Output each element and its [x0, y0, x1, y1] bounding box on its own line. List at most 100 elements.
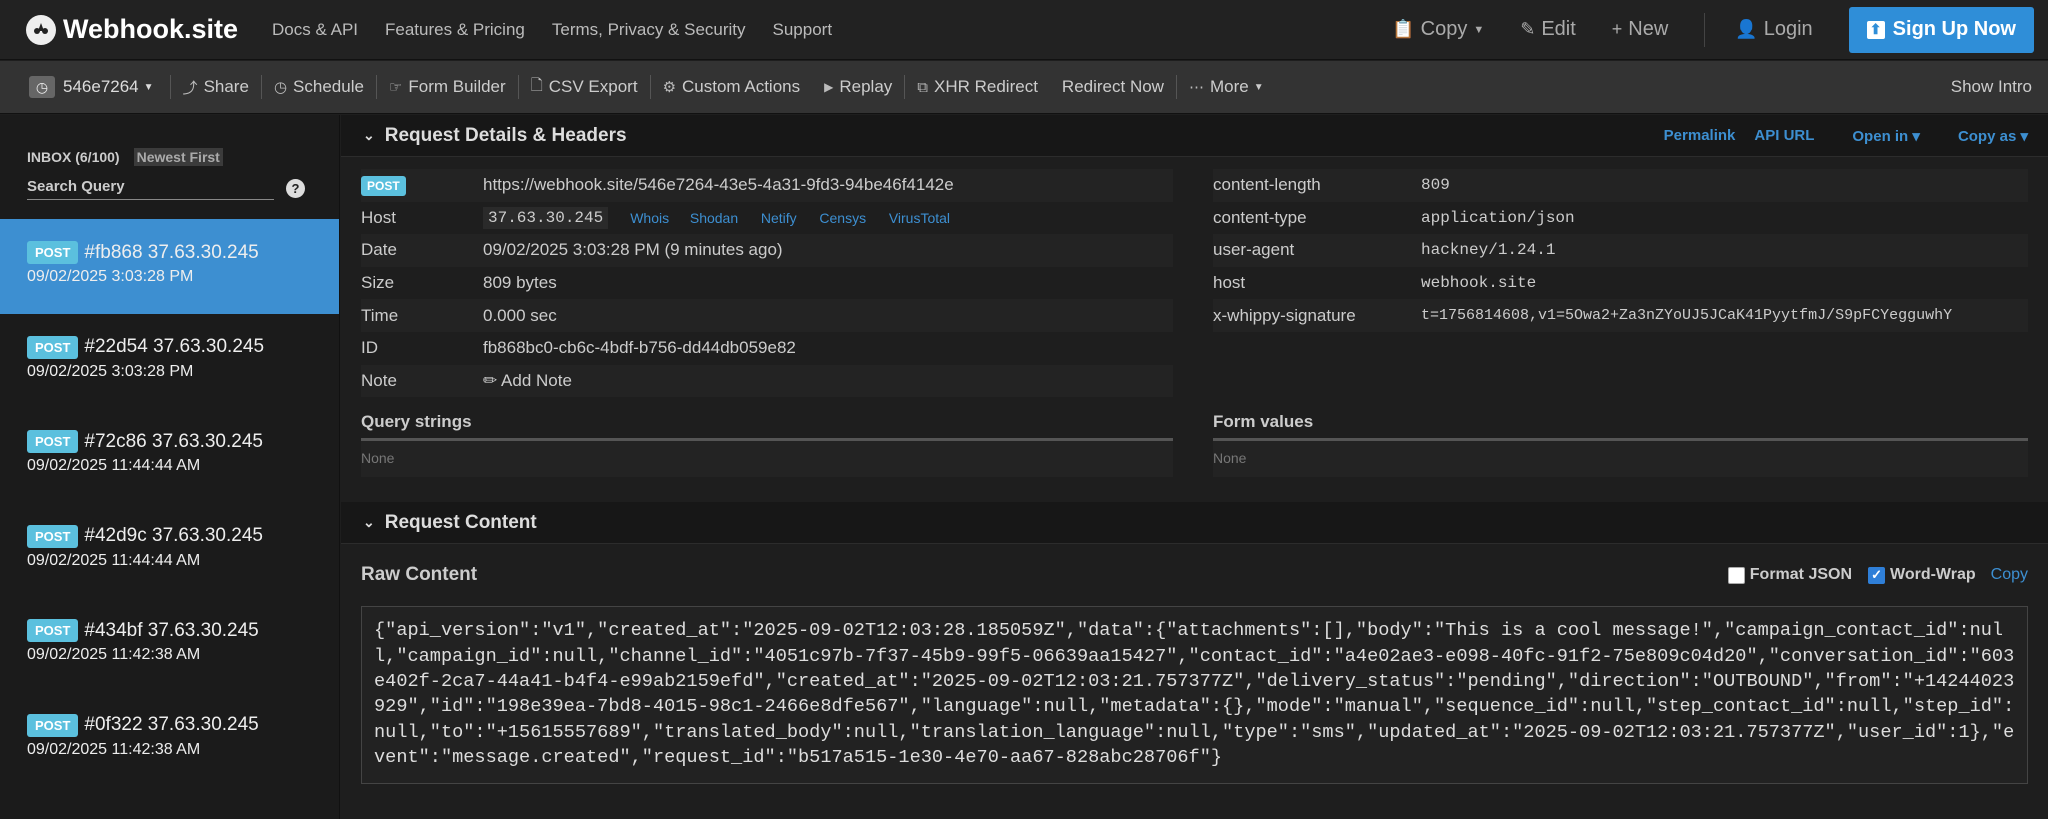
new-button[interactable]: + New: [1612, 18, 1669, 41]
header-row: content-type application/json: [1213, 202, 2028, 235]
help-icon[interactable]: ?: [286, 179, 305, 198]
custom-actions-label: Custom Actions: [682, 77, 801, 96]
note-row: Note ✏ Add Note: [361, 364, 1173, 398]
header-row: host webhook.site: [1213, 267, 2028, 300]
nav-link-terms[interactable]: Terms, Privacy & Security: [552, 20, 746, 40]
chevron-down-icon: ⌄: [363, 514, 375, 531]
header-key: host: [1213, 273, 1246, 293]
format-json-checkbox[interactable]: Format JSON: [1727, 566, 1852, 584]
api-url-link[interactable]: API URL: [1754, 127, 1814, 145]
request-time: 09/02/2025 11:44:44 AM: [27, 551, 201, 569]
sort-order-toggle[interactable]: Newest First: [133, 148, 223, 166]
shodan-link[interactable]: Shodan: [690, 210, 738, 226]
share-label: Share: [203, 77, 249, 96]
request-item[interactable]: POST #72c86 37.63.30.245 09/02/2025 11:44…: [0, 408, 339, 503]
request-item[interactable]: POST #434bf 37.63.30.245 09/02/2025 11:42…: [0, 597, 339, 692]
plus-icon: +: [1611, 19, 1623, 39]
details-header[interactable]: ⌄ Request Details & Headers Permalink AP…: [341, 115, 2048, 157]
chevron-down-icon: ⌄: [363, 127, 375, 143]
request-time: 09/02/2025 11:42:38 AM: [27, 646, 201, 663]
word-wrap-checkbox[interactable]: ✓ Word-Wrap: [1868, 566, 1976, 584]
virustotal-link[interactable]: VirusTotal: [889, 210, 950, 226]
form-builder-button[interactable]: ☞ Form Builder: [377, 61, 518, 114]
whois-link[interactable]: Whois: [630, 210, 669, 226]
query-strings-title: Query strings: [361, 412, 1173, 442]
copy-label: Copy: [1420, 18, 1468, 40]
request-time: 09/02/2025 3:03:28 PM: [27, 268, 194, 285]
gear-icon: ⚙: [662, 79, 677, 96]
netify-link[interactable]: Netify: [761, 210, 797, 226]
copy-raw-button[interactable]: Copy: [1991, 566, 2028, 584]
show-intro-link[interactable]: Show Intro: [1951, 77, 2032, 97]
external-link-icon: ⧉: [917, 78, 928, 96]
size-row: Size 809 bytes: [361, 267, 1173, 300]
request-item[interactable]: POST #fb868 37.63.30.245 09/02/2025 3:03:…: [0, 219, 339, 314]
caret-down-icon: ▼: [1253, 81, 1264, 93]
edit-button[interactable]: ✎ Edit: [1520, 18, 1576, 41]
id-value: fb868bc0-cb6c-4bdf-b756-dd44db059e82: [483, 338, 796, 358]
request-sidebar: INBOX (6/100) Newest First Search Query …: [0, 115, 340, 819]
host-value: 37.63.30.245: [483, 206, 609, 229]
login-button[interactable]: 👤 Login: [1735, 18, 1812, 41]
copy-button[interactable]: 📋 Copy ▼: [1392, 18, 1484, 41]
censys-link[interactable]: Censys: [819, 210, 866, 226]
share-button[interactable]: ⤴ Share: [171, 61, 261, 114]
request-url-link[interactable]: https://webhook.site/546e7264-43e5-4a31-…: [483, 175, 954, 195]
header-key: user-agent: [1213, 240, 1295, 260]
search-input[interactable]: Search Query: [27, 178, 274, 200]
content-title: Request Content: [384, 511, 537, 533]
permalink-link[interactable]: Permalink: [1664, 127, 1736, 145]
checkbox-unchecked-icon: [1727, 566, 1745, 584]
more-dropdown[interactable]: ⋯ More ▼: [1177, 61, 1276, 114]
date-row: Date 09/02/2025 3:03:28 PM (9 minutes ag…: [361, 234, 1173, 267]
replay-label: Replay: [839, 77, 893, 96]
raw-content-body[interactable]: {"api_version":"v1","created_at":"2025-0…: [361, 606, 2028, 785]
url-row: POST https://webhook.site/546e7264-43e5-…: [361, 169, 1173, 202]
add-note-button[interactable]: ✏ Add Note: [483, 371, 572, 391]
content-header[interactable]: ⌄ Request Content: [341, 502, 2048, 545]
method-badge: POST: [27, 524, 79, 548]
form-values-empty: None: [1213, 441, 2028, 478]
user-icon: 👤: [1735, 19, 1758, 39]
header-value: hackney/1.24.1: [1421, 241, 1556, 260]
schedule-button[interactable]: ◷ Schedule: [262, 61, 376, 114]
xhr-redirect-button[interactable]: ⧉ XHR Redirect: [905, 61, 1050, 114]
method-badge: POST: [27, 335, 79, 359]
more-label: More: [1209, 77, 1249, 96]
redirect-now-button[interactable]: Redirect Now: [1050, 61, 1176, 114]
signup-label: Sign Up Now: [1892, 18, 2016, 40]
request-item[interactable]: POST #42d9c 37.63.30.245 09/02/2025 11:44…: [0, 503, 339, 598]
clipboard-icon: 📋: [1392, 19, 1415, 39]
request-item[interactable]: POST #0f322 37.63.30.245 09/02/2025 11:42…: [0, 692, 339, 787]
time-row: Time 0.000 sec: [361, 299, 1173, 332]
request-title: #22d54 37.63.30.245: [84, 336, 265, 357]
replay-button[interactable]: ▶ Replay: [812, 61, 904, 114]
method-badge: POST: [27, 713, 79, 737]
nav-link-docs[interactable]: Docs & API: [272, 20, 358, 40]
method-badge: POST: [27, 241, 79, 264]
upload-icon: ⬆: [1866, 20, 1885, 39]
csv-export-button[interactable]: 🗋 CSV Export: [519, 61, 650, 114]
header-key: content-type: [1213, 207, 1307, 227]
open-in-dropdown[interactable]: Open in ▾: [1833, 127, 1920, 145]
share-icon: ⤴: [182, 79, 198, 97]
request-item[interactable]: POST #22d54 37.63.30.245 09/02/2025 3:03:…: [0, 314, 339, 409]
token-dropdown[interactable]: ◷ 546e7264 ▼: [29, 76, 154, 98]
nav-link-features[interactable]: Features & Pricing: [385, 20, 525, 40]
host-row: Host 37.63.30.245 Whois Shodan Netify Ce…: [361, 202, 1173, 235]
signup-button[interactable]: ⬆ Sign Up Now: [1848, 6, 2034, 53]
login-label: Login: [1763, 18, 1813, 40]
query-strings-section: Query strings None: [361, 412, 1173, 478]
request-time: 09/02/2025 11:44:44 AM: [27, 457, 201, 474]
csv-export-label: CSV Export: [548, 77, 638, 96]
copy-as-dropdown[interactable]: Copy as ▾: [1939, 127, 2028, 145]
nav-link-support[interactable]: Support: [773, 20, 833, 40]
request-title: #72c86 37.63.30.245: [84, 430, 263, 452]
size-value: 809 bytes: [483, 273, 557, 293]
custom-actions-button[interactable]: ⚙ Custom Actions: [651, 61, 813, 114]
details-title: Request Details & Headers: [384, 124, 627, 146]
brand-logo[interactable]: Webhook.site: [26, 14, 238, 45]
raw-content-section: Raw Content Format JSON ✓ Word-Wrap Copy …: [341, 544, 2048, 785]
header-row: user-agent hackney/1.24.1: [1213, 234, 2028, 267]
top-navbar: Webhook.site Docs & API Features & Prici…: [0, 0, 2048, 60]
